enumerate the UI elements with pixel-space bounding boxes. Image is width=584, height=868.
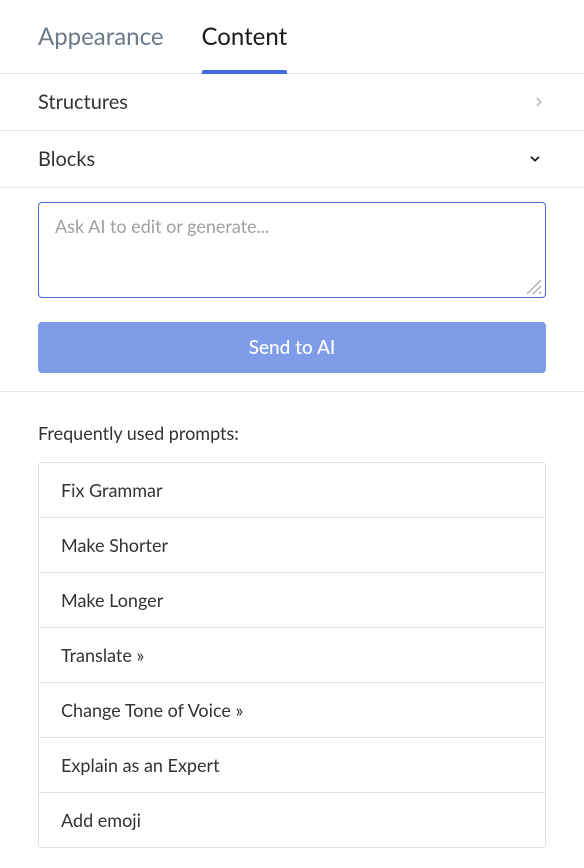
- section-structures-label: Structures: [38, 90, 128, 114]
- section-blocks[interactable]: Blocks: [0, 131, 584, 188]
- chevron-right-icon: [532, 91, 546, 113]
- prompt-item-translate[interactable]: Translate »: [39, 628, 545, 683]
- prompt-item-fix-grammar[interactable]: Fix Grammar: [39, 463, 545, 518]
- tab-content[interactable]: Content: [202, 0, 288, 73]
- prompt-item-make-shorter[interactable]: Make Shorter: [39, 518, 545, 573]
- tab-bar: Appearance Content: [0, 0, 584, 74]
- send-to-ai-button[interactable]: Send to AI: [38, 322, 546, 373]
- prompts-title: Frequently used prompts:: [38, 422, 546, 444]
- ai-textarea-wrap: [38, 202, 546, 302]
- prompt-list: Fix Grammar Make Shorter Make Longer Tra…: [38, 462, 546, 848]
- tab-appearance[interactable]: Appearance: [38, 0, 164, 73]
- prompt-item-add-emoji[interactable]: Add emoji: [39, 793, 545, 847]
- ai-panel: Send to AI: [0, 188, 584, 392]
- prompt-item-change-tone[interactable]: Change Tone of Voice »: [39, 683, 545, 738]
- chevron-down-icon: [524, 152, 546, 166]
- section-structures[interactable]: Structures: [0, 74, 584, 131]
- frequently-used-prompts: Frequently used prompts: Fix Grammar Mak…: [0, 392, 584, 868]
- prompt-item-explain-expert[interactable]: Explain as an Expert: [39, 738, 545, 793]
- ai-prompt-input[interactable]: [38, 202, 546, 298]
- prompt-item-make-longer[interactable]: Make Longer: [39, 573, 545, 628]
- section-blocks-label: Blocks: [38, 147, 95, 171]
